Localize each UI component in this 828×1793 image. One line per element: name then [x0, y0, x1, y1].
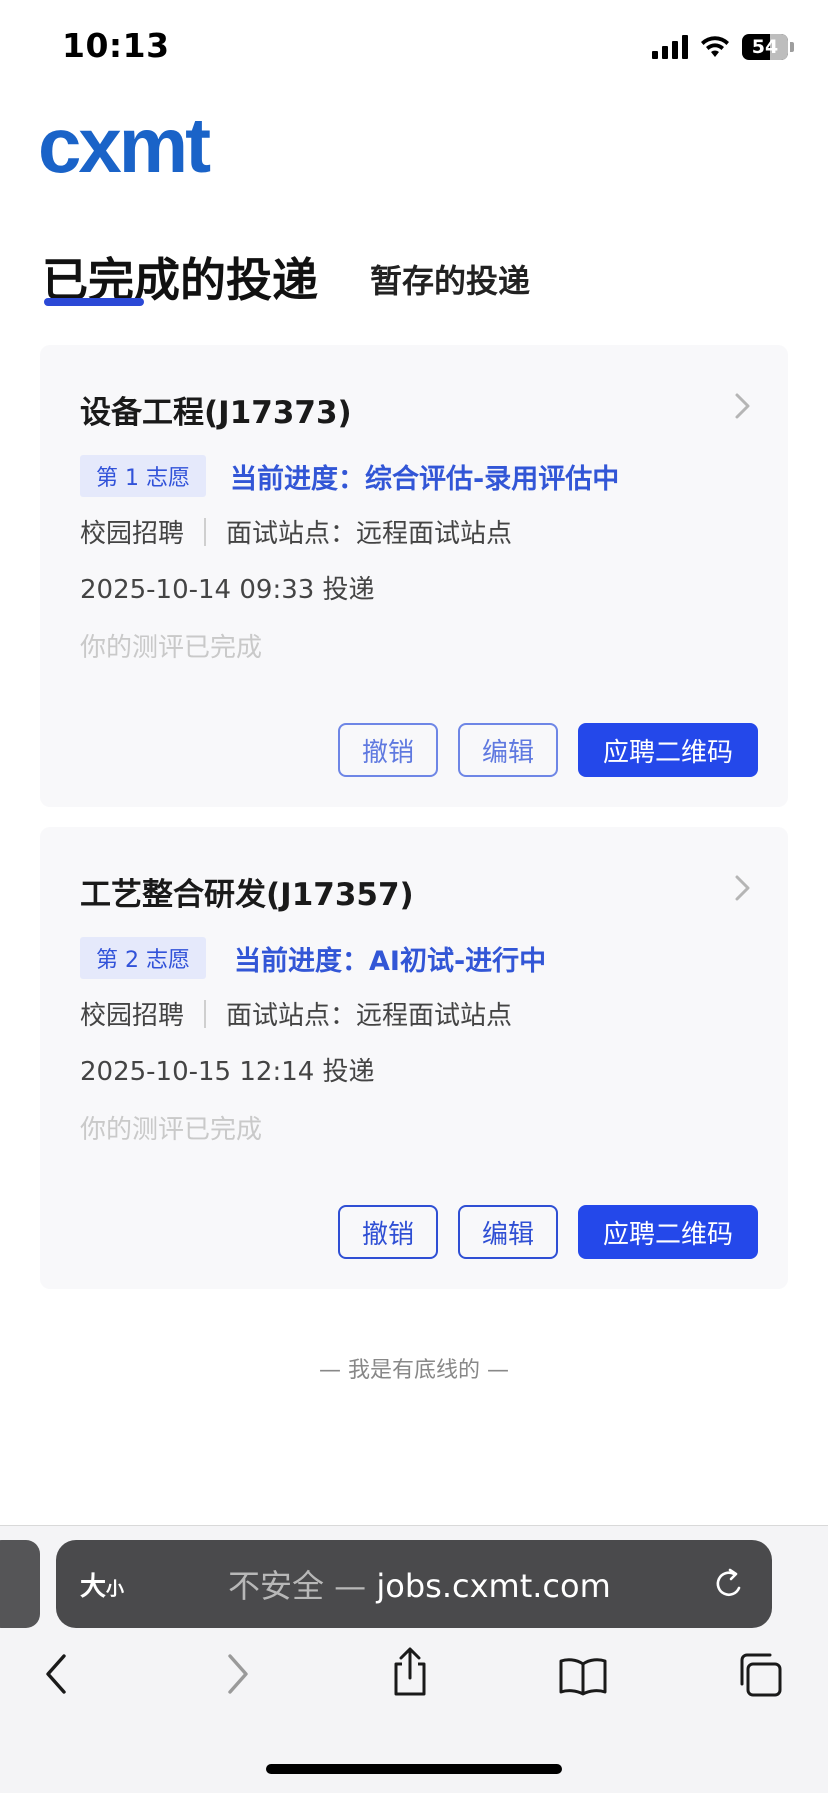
share-icon[interactable]: [390, 1646, 430, 1698]
domain-label: jobs.cxmt.com: [376, 1567, 611, 1605]
divider: [204, 517, 207, 546]
evaluation-status: 你的测评已完成: [80, 1115, 263, 1145]
recruit-channel: 校园招聘: [80, 519, 185, 549]
evaluation-status: 你的测评已完成: [80, 633, 263, 663]
job-meta: 校园招聘 面试站点：远程面试站点: [80, 995, 512, 1032]
url-display[interactable]: 不安全 — jobs.cxmt.com: [228, 1561, 611, 1607]
divider: [204, 999, 207, 1028]
choice-badge: 第 1 志愿: [80, 455, 206, 497]
progress-status: 当前进度：综合评估-录用评估中: [230, 463, 620, 495]
withdraw-button[interactable]: 撤销: [338, 1205, 438, 1259]
bookmarks-icon[interactable]: [558, 1656, 608, 1696]
submit-date: 2025-10-15 12:14 投递: [80, 1057, 375, 1087]
chevron-right-icon[interactable]: [734, 873, 752, 903]
submit-date: 2025-10-14 09:33 投递: [80, 575, 375, 605]
home-indicator: [266, 1764, 562, 1774]
svg-text:cxmt: cxmt: [38, 118, 211, 184]
back-icon[interactable]: [42, 1652, 72, 1696]
insecure-label: 不安全 —: [228, 1567, 367, 1605]
job-title: 工艺整合研发(J17357): [80, 877, 414, 913]
tab-saved[interactable]: 暂存的投递: [370, 256, 530, 302]
edit-button[interactable]: 编辑: [458, 1205, 558, 1259]
withdraw-button[interactable]: 撤销: [338, 723, 438, 777]
address-bar[interactable]: 大小 不安全 — jobs.cxmt.com: [56, 1540, 772, 1628]
application-card[interactable]: 工艺整合研发(J17357) 第 2 志愿 当前进度：AI初试-进行中 校园招聘…: [40, 827, 788, 1289]
tabs-icon[interactable]: [736, 1652, 784, 1698]
recruit-channel: 校园招聘: [80, 1001, 185, 1031]
cellular-signal-icon: [652, 35, 688, 59]
wifi-icon: [701, 36, 729, 57]
edit-button[interactable]: 编辑: [458, 723, 558, 777]
battery-icon: 54: [742, 34, 788, 60]
interview-site: 面试站点：远程面试站点: [226, 519, 513, 549]
job-title: 设备工程(J17373): [80, 395, 352, 431]
forward-icon[interactable]: [222, 1652, 252, 1696]
qrcode-button[interactable]: 应聘二维码: [578, 1205, 758, 1259]
previous-tab-peek[interactable]: [0, 1540, 40, 1628]
choice-badge: 第 2 志愿: [80, 937, 206, 979]
interview-site: 面试站点：远程面试站点: [226, 1001, 513, 1031]
reload-icon[interactable]: [712, 1566, 746, 1602]
end-of-list-text: — 我是有底线的 —: [319, 1358, 509, 1383]
qrcode-button[interactable]: 应聘二维码: [578, 723, 758, 777]
chevron-right-icon[interactable]: [734, 391, 752, 421]
status-time: 10:13: [62, 26, 170, 65]
tab-active-indicator: [44, 298, 144, 306]
application-card[interactable]: 设备工程(J17373) 第 1 志愿 当前进度：综合评估-录用评估中 校园招聘…: [40, 345, 788, 807]
cxmt-logo: cxmt: [38, 118, 214, 184]
text-size-button[interactable]: 大小: [80, 1566, 124, 1603]
status-icons: 54: [652, 34, 794, 60]
progress-status: 当前进度：AI初试-进行中: [234, 945, 547, 977]
job-meta: 校园招聘 面试站点：远程面试站点: [80, 513, 512, 550]
